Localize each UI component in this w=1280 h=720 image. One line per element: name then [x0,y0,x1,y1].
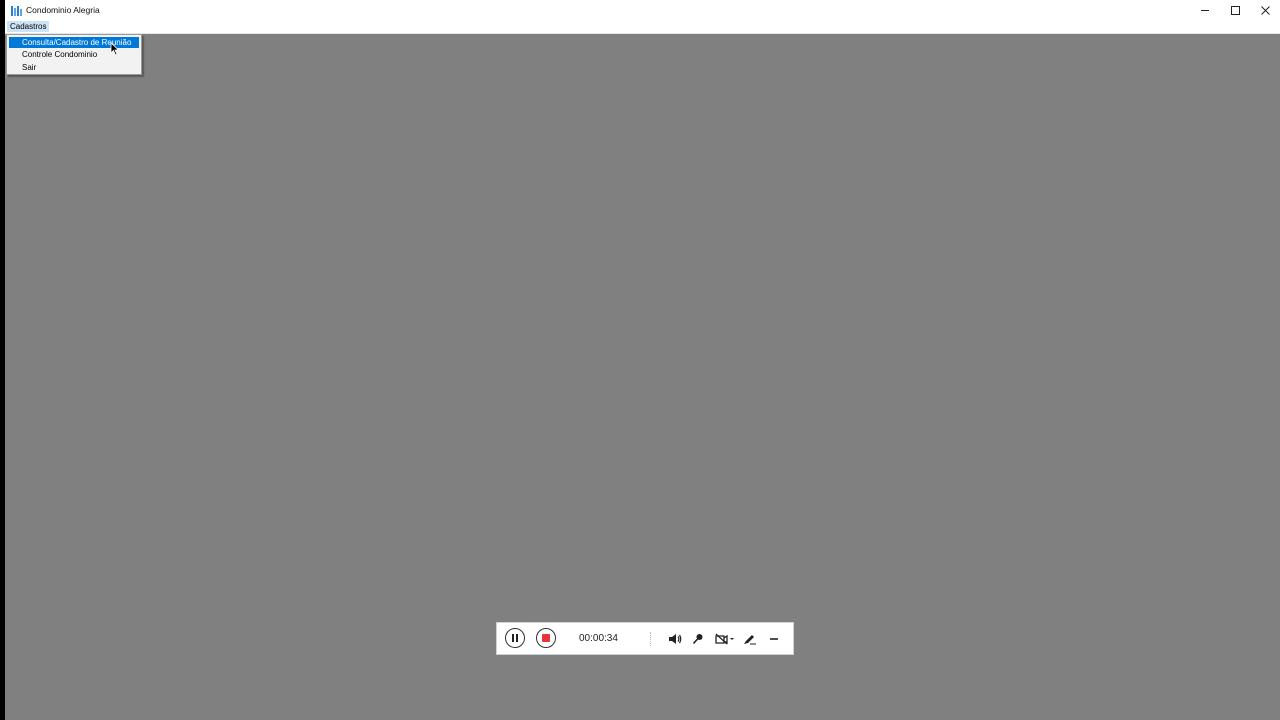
pen-icon [744,635,756,645]
mouse-cursor-icon [110,42,120,56]
maximize-icon [1230,5,1240,15]
microphone-button[interactable] [689,630,707,648]
pause-button[interactable] [505,628,525,648]
minimize-icon [1201,9,1209,11]
speaker-button[interactable] [666,630,684,648]
app-window: Condominio Alegria Cadastros Consulta/Ca… [5,0,1280,720]
microphone-icon [692,634,703,645]
maximize-button[interactable] [1220,0,1250,20]
app-icon [11,5,22,16]
pause-icon [512,634,518,642]
stop-icon [542,634,550,642]
minimize-icon [770,638,778,640]
title-bar[interactable]: Condominio Alegria [5,0,1280,20]
recording-timer: 00:00:34 [579,633,618,644]
pen-button[interactable] [741,630,759,648]
stop-button[interactable] [536,628,556,648]
speaker-icon [669,634,682,644]
camera-button[interactable] [714,630,736,648]
menu-cadastros[interactable]: Cadastros [7,21,50,32]
minimize-button[interactable] [1190,0,1220,20]
toolbar-separator [650,632,652,646]
menu-bar: Cadastros [5,20,1280,34]
camera-off-icon [715,633,734,645]
close-icon [1260,5,1270,15]
window-title: Condominio Alegria [26,5,100,15]
menu-item-sair[interactable]: Sair [9,62,139,73]
close-button[interactable] [1250,0,1280,20]
cadastros-dropdown: Consulta/Cadastro de Reunião Controle Co… [6,34,142,75]
minimize-toolbar-button[interactable] [765,630,783,648]
window-controls [1190,0,1280,20]
recording-toolbar: 00:00:34 [496,622,794,655]
